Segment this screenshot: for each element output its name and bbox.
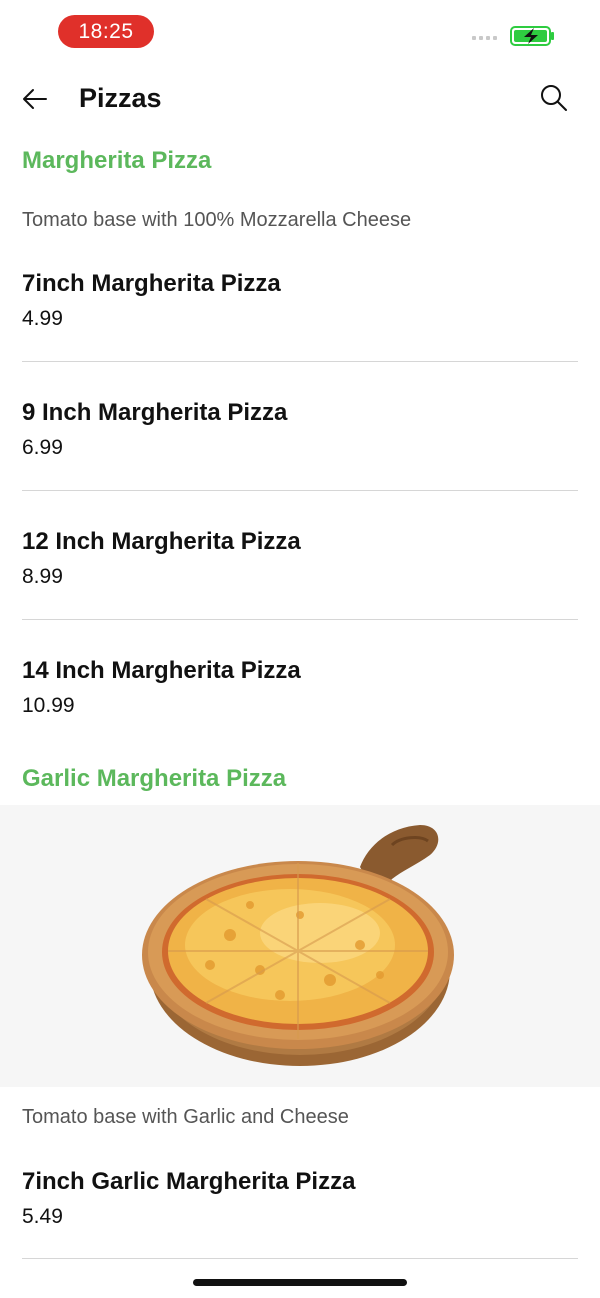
battery-charging-icon bbox=[510, 26, 554, 46]
item-price: 6.99 bbox=[22, 436, 63, 459]
menu-item[interactable]: 14 Inch Margherita Pizza 10.99 bbox=[0, 655, 600, 735]
search-icon[interactable] bbox=[538, 82, 570, 114]
divider bbox=[22, 490, 578, 491]
divider bbox=[22, 1258, 578, 1259]
section-description: Tomato base with 100% Mozzarella Cheese bbox=[22, 209, 412, 231]
menu-item[interactable]: 9 Inch Margherita Pizza 6.99 bbox=[0, 397, 600, 477]
menu-item[interactable]: 12 Inch Margherita Pizza 8.99 bbox=[0, 526, 600, 606]
screen: 18:25 Pizzas Margherita Pizza Tomato bas… bbox=[0, 0, 600, 1298]
status-time: 18:25 bbox=[58, 15, 154, 48]
section-title: Garlic Margherita Pizza bbox=[22, 765, 287, 792]
item-name: 9 Inch Margherita Pizza bbox=[22, 399, 288, 426]
item-name: 7inch Garlic Margherita Pizza bbox=[22, 1168, 356, 1195]
item-price: 5.49 bbox=[22, 1205, 63, 1228]
menu-item[interactable]: 7inch Margherita Pizza 4.99 bbox=[0, 268, 600, 348]
item-name: 14 Inch Margherita Pizza bbox=[22, 657, 301, 684]
item-price: 10.99 bbox=[22, 694, 75, 717]
section-title: Margherita Pizza bbox=[22, 147, 212, 174]
page-title: Pizzas bbox=[79, 83, 162, 113]
item-name: 12 Inch Margherita Pizza bbox=[22, 528, 301, 555]
status-bar: 18:25 bbox=[0, 0, 600, 64]
item-price: 8.99 bbox=[22, 565, 63, 588]
item-name: 7inch Margherita Pizza bbox=[22, 270, 281, 297]
back-arrow-icon[interactable] bbox=[18, 82, 52, 116]
signal-icon bbox=[472, 36, 497, 40]
divider bbox=[22, 619, 578, 620]
divider bbox=[22, 361, 578, 362]
menu-item[interactable]: 7inch Garlic Margherita Pizza 5.49 bbox=[0, 1166, 600, 1246]
pizza-image bbox=[0, 805, 600, 1087]
item-price: 4.99 bbox=[22, 307, 63, 330]
home-indicator[interactable] bbox=[193, 1279, 407, 1286]
app-header: Pizzas bbox=[0, 64, 600, 132]
section-description: Tomato base with Garlic and Cheese bbox=[22, 1106, 349, 1128]
